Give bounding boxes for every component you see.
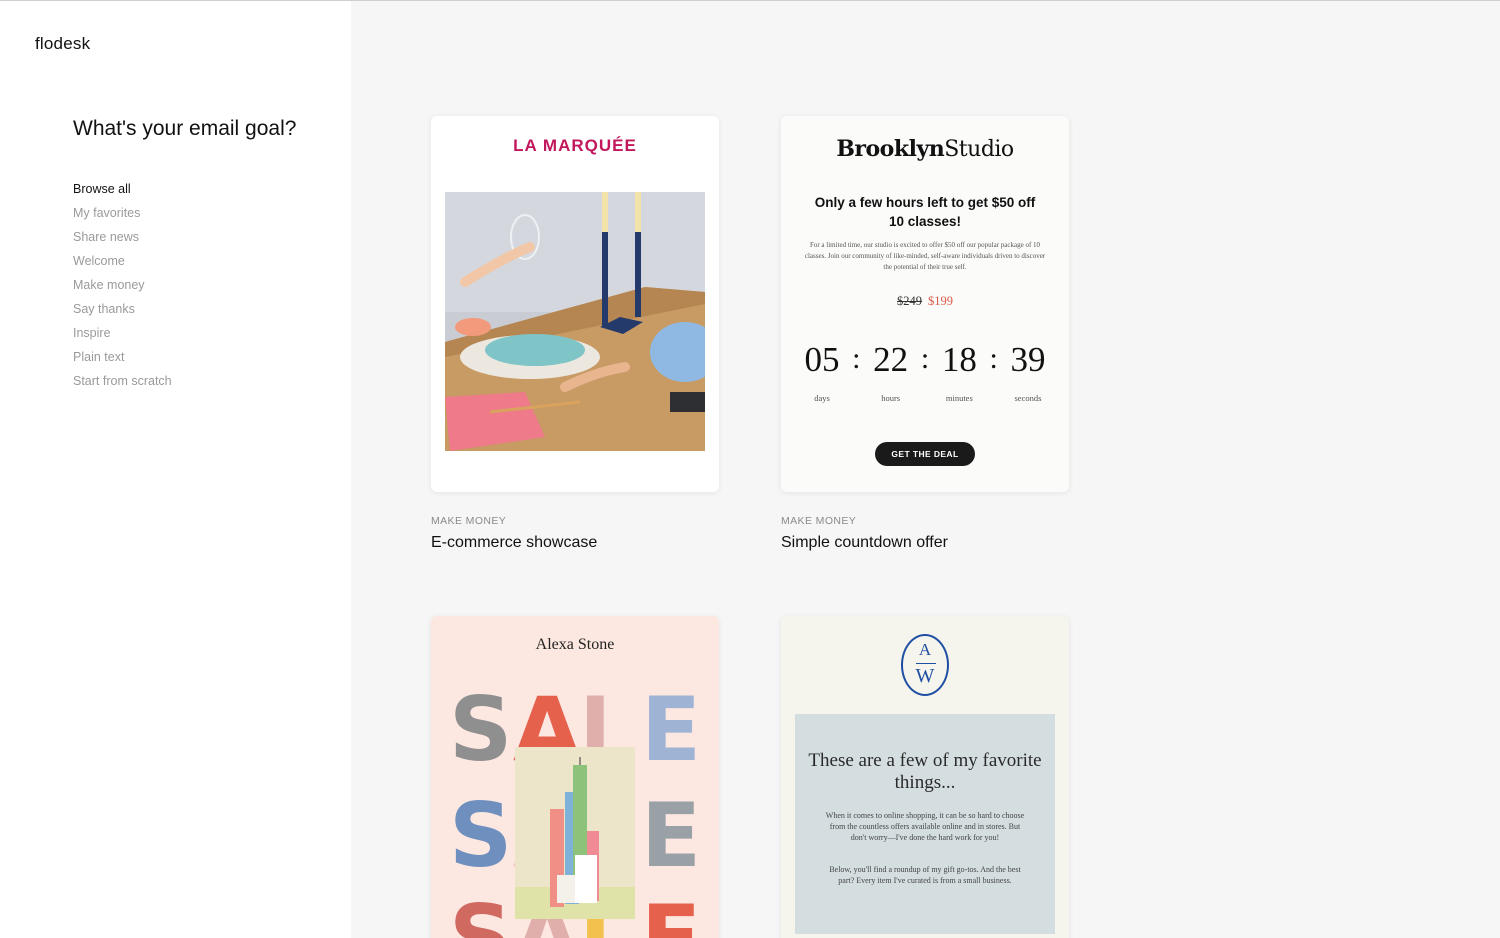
filter-welcome[interactable]: Welcome bbox=[73, 249, 172, 273]
sale-letter: S bbox=[449, 784, 513, 887]
sale-letter: E bbox=[641, 784, 702, 887]
countdown-minutes: 18 minutes bbox=[936, 342, 982, 403]
favorites-title: These are a few of my favorite things... bbox=[808, 750, 1042, 793]
filter-plain-text[interactable]: Plain text bbox=[73, 345, 172, 369]
filter-make-money[interactable]: Make money bbox=[73, 273, 172, 297]
sidebar: flodesk What's your email goal? Browse a… bbox=[0, 1, 351, 938]
sale-letter: S bbox=[449, 886, 513, 938]
countdown-value: 05 bbox=[804, 340, 840, 379]
template-brand-logo: LA MARQUÉE bbox=[513, 136, 637, 155]
template-card-favorite-things[interactable]: A W These are a few of my favorite thing… bbox=[781, 616, 1069, 938]
filter-my-favorites[interactable]: My favorites bbox=[73, 201, 172, 225]
countdown-days: 05 days bbox=[799, 342, 845, 403]
new-price: $199 bbox=[928, 294, 953, 308]
sale-letter: E bbox=[641, 886, 702, 938]
countdown-label: days bbox=[814, 393, 830, 403]
template-category: MAKE MONEY bbox=[781, 515, 857, 527]
monogram-logo: A W bbox=[901, 634, 949, 696]
product-photo bbox=[445, 192, 705, 451]
app-logo[interactable]: flodesk bbox=[35, 34, 90, 54]
old-price: $249 bbox=[897, 294, 922, 308]
template-card-alexa-stone-sale[interactable]: Alexa Stone S A L E S A L E S A L E bbox=[431, 616, 719, 938]
template-name[interactable]: Simple countdown offer bbox=[781, 534, 948, 552]
countdown-value: 18 bbox=[941, 340, 977, 379]
countdown-separator: : bbox=[920, 342, 930, 375]
sale-letter: E bbox=[641, 678, 702, 781]
offer-price: $249 $199 bbox=[781, 294, 1069, 309]
template-brand-logo: BrooklynStudio bbox=[781, 136, 1069, 162]
candles-photo bbox=[515, 747, 635, 919]
countdown-value: 39 bbox=[1010, 340, 1046, 379]
filter-browse-all[interactable]: Browse all bbox=[73, 177, 172, 201]
countdown-separator: : bbox=[989, 342, 998, 375]
countdown-label: minutes bbox=[945, 393, 973, 403]
countdown-timer: 05 days : 22 hours : 18 minutes : 39 sec… bbox=[799, 342, 1051, 403]
countdown-label: hours bbox=[881, 393, 901, 403]
filter-start-from-scratch[interactable]: Start from scratch bbox=[73, 369, 172, 393]
filter-say-thanks[interactable]: Say thanks bbox=[73, 297, 172, 321]
template-brand-logo: Alexa Stone bbox=[535, 636, 615, 653]
template-card-simple-countdown-offer[interactable]: BrooklynStudio Only a few hours left to … bbox=[781, 116, 1069, 492]
get-the-deal-button: GET THE DEAL bbox=[875, 442, 975, 466]
countdown-separator: : bbox=[852, 342, 861, 375]
monogram-divider bbox=[916, 663, 936, 664]
email-goal-heading: What's your email goal? bbox=[73, 117, 297, 140]
template-card-ecommerce-showcase[interactable]: LA MARQUÉE bbox=[431, 116, 719, 492]
goal-filter-nav: Browse all My favorites Share news Welco… bbox=[73, 177, 172, 393]
favorites-body-paragraph: Below, you'll find a roundup of my gift … bbox=[829, 865, 1021, 885]
offer-headline: Only a few hours left to get $50 off 10 … bbox=[814, 195, 1036, 229]
countdown-label: seconds bbox=[1014, 393, 1042, 403]
countdown-hours: 22 hours bbox=[868, 342, 914, 403]
countdown-seconds: 39 seconds bbox=[1005, 342, 1051, 403]
filter-share-news[interactable]: Share news bbox=[73, 225, 172, 249]
brand-bold-part: Brooklyn bbox=[836, 136, 945, 162]
countdown-value: 22 bbox=[873, 340, 909, 379]
sale-letter: S bbox=[449, 678, 513, 781]
favorites-panel: These are a few of my favorite things...… bbox=[795, 714, 1055, 934]
monogram-letter-top: A bbox=[918, 640, 932, 659]
favorites-body-paragraph: When it comes to online shopping, it can… bbox=[825, 811, 1025, 842]
filter-inspire[interactable]: Inspire bbox=[73, 321, 172, 345]
offer-body: For a limited time, our studio is excite… bbox=[804, 241, 1046, 271]
monogram-letter-bottom: W bbox=[915, 665, 935, 687]
template-category: MAKE MONEY bbox=[431, 515, 507, 527]
template-name[interactable]: E-commerce showcase bbox=[431, 534, 597, 552]
brand-light-part: Studio bbox=[944, 137, 1014, 162]
